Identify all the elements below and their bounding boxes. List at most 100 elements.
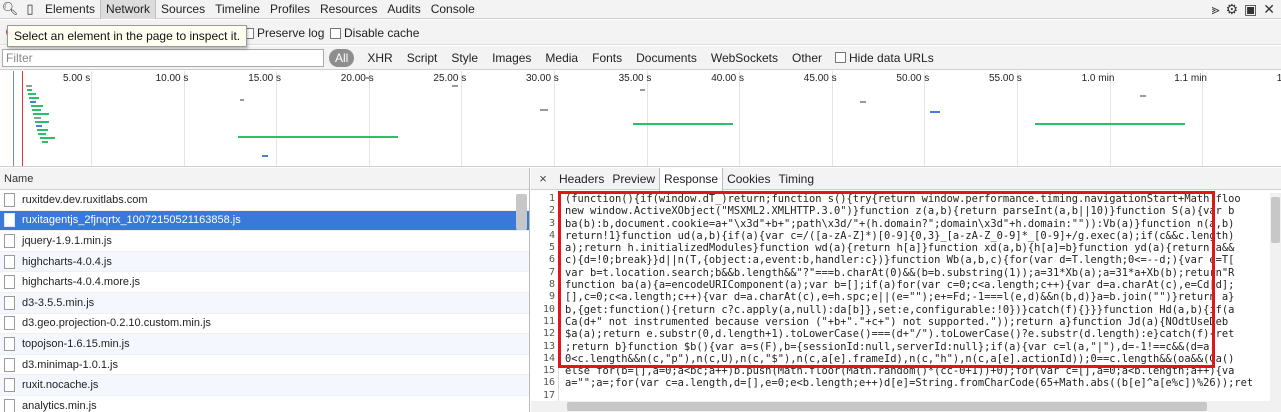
- response-horizontal-scrollbar[interactable]: [531, 401, 1270, 412]
- request-row[interactable]: d3.geo.projection-0.2.10.custom.min.js: [0, 314, 529, 335]
- timeline-request-bar: [262, 155, 268, 157]
- close-icon[interactable]: ✕: [1263, 1, 1275, 18]
- line-number: 3: [548, 217, 555, 229]
- line-number: 16: [542, 377, 555, 389]
- mobile-device-icon: ▯: [26, 1, 34, 16]
- code-lines[interactable]: (function(){if(window.dT_)return;functio…: [565, 193, 1267, 402]
- type-filter-xhr[interactable]: XHR: [360, 51, 399, 65]
- tab-headers[interactable]: Headers: [555, 168, 608, 190]
- filter-input[interactable]: [2, 48, 324, 67]
- timeline-tick: [739, 71, 741, 166]
- tab-console[interactable]: Console: [426, 0, 480, 19]
- code-line: ;return b}function $b(){var a=s(F),b={se…: [565, 340, 1216, 353]
- preserve-log-option[interactable]: Preserve log: [243, 26, 324, 40]
- file-icon: [4, 357, 15, 372]
- request-row-selected[interactable]: ruxitagentjs_2fjnqrtx_10072150521163858.…: [0, 210, 529, 232]
- timeline-tick-label: 25.00 s: [433, 73, 467, 84]
- hide-data-urls-option[interactable]: Hide data URLs: [835, 51, 934, 65]
- request-row[interactable]: ruxitdev.dev.ruxitlabs.com: [0, 190, 529, 211]
- gear-icon[interactable]: ⚙: [1225, 1, 1238, 18]
- horizontal-scroll-thumb[interactable]: [567, 402, 1207, 411]
- file-icon: [4, 233, 15, 248]
- type-filter-images[interactable]: Images: [485, 51, 538, 65]
- console-drawer-icon[interactable]: ⪢: [1212, 1, 1220, 18]
- request-row[interactable]: topojson-1.6.15.min.js: [0, 334, 529, 355]
- request-name: d3.minimap-1.0.1.js: [22, 358, 118, 371]
- tab-sources[interactable]: Sources: [156, 0, 210, 19]
- timeline-request-bar: [28, 93, 36, 95]
- timeline-request-bar: [240, 99, 244, 101]
- disable-cache-label: Disable cache: [344, 26, 420, 40]
- tab-elements[interactable]: Elements: [40, 0, 100, 19]
- request-row[interactable]: ruxit.nocache.js: [0, 375, 529, 396]
- timeline-tick: [646, 71, 648, 166]
- type-filter-other[interactable]: Other: [785, 51, 829, 65]
- timeline-overview[interactable]: 5.00 s 10.00 s 15.00 s 20.00 s 25.00 s 30.00 …: [0, 71, 1281, 167]
- name-column-header[interactable]: Name: [0, 168, 529, 190]
- device-mode-button[interactable]: ▯: [20, 0, 40, 19]
- timeline-request-bar: [238, 136, 398, 138]
- timeline-tick-label: 45.00 s: [803, 73, 837, 84]
- tab-network[interactable]: Network: [100, 0, 157, 19]
- tab-timing[interactable]: Timing: [774, 168, 818, 190]
- code-line: c){d=!0;break}}d||n(T,{object:a,event:b,…: [565, 254, 1235, 267]
- filter-bar: All XHR Script Style Images Media Fonts …: [0, 46, 1281, 70]
- tab-audits[interactable]: Audits: [382, 0, 425, 19]
- timeline-request-bar: [1035, 123, 1185, 125]
- inspect-tooltip: Select an element in the page to inspect…: [7, 25, 248, 47]
- response-source-view[interactable]: 1 2 3 4 5 6 7 8 9 10 11 12 13 14 15 16 17 (function(){if…: [531, 191, 1281, 412]
- tab-response[interactable]: Response: [659, 168, 724, 191]
- request-name: d3-3.5.5.min.js: [22, 296, 95, 309]
- line-number: 8: [548, 279, 555, 291]
- vertical-scroll-thumb[interactable]: [1271, 197, 1280, 243]
- request-row[interactable]: highcharts-4.0.4.more.js: [0, 272, 529, 293]
- request-list-scrollbar[interactable]: [516, 194, 527, 230]
- type-filter-all[interactable]: All: [329, 48, 355, 67]
- timeline-tick-label: 35.00 s: [618, 73, 652, 84]
- toolbar-right-actions: ⪢ ⚙ ▣ ✕: [1212, 0, 1281, 19]
- dock-side-icon[interactable]: ▣: [1244, 1, 1257, 18]
- tab-preview[interactable]: Preview: [608, 168, 659, 190]
- timeline-request-bar: [640, 89, 645, 91]
- timeline-tick-label: 1.1 min: [1174, 73, 1207, 84]
- timeline-tick: [461, 71, 463, 166]
- timeline-tick: [1109, 71, 1111, 166]
- tab-cookies[interactable]: Cookies: [723, 168, 774, 190]
- hide-data-urls-label: Hide data URLs: [849, 50, 934, 65]
- request-name: highcharts-4.0.4.js: [22, 255, 112, 268]
- disable-cache-option[interactable]: Disable cache: [330, 26, 419, 40]
- timeline-request-bar: [930, 111, 940, 113]
- file-icon: [4, 378, 15, 393]
- file-icon: [4, 398, 15, 412]
- request-row[interactable]: d3.minimap-1.0.1.js: [0, 355, 529, 376]
- request-name: jquery-1.9.1.min.js: [22, 234, 112, 247]
- timeline-tick-label: 1.2: [1277, 73, 1281, 84]
- request-list: Name ruxitdev.dev.ruxitlabs.com ruxitage…: [0, 168, 530, 412]
- timeline-request-bar: [30, 101, 36, 103]
- type-filter-fonts[interactable]: Fonts: [585, 51, 629, 65]
- tab-timeline[interactable]: Timeline: [210, 0, 265, 19]
- request-row[interactable]: d3-3.5.5.min.js: [0, 292, 529, 314]
- tab-resources[interactable]: Resources: [315, 0, 382, 19]
- request-row[interactable]: highcharts-4.0.4.js: [0, 251, 529, 273]
- tab-profiles[interactable]: Profiles: [265, 0, 315, 19]
- timeline-tick: [1202, 71, 1204, 166]
- request-row[interactable]: analytics.min.js: [0, 396, 529, 412]
- type-filter-script[interactable]: Script: [400, 51, 445, 65]
- timeline-tick-label: 15.00 s: [248, 73, 281, 84]
- response-vertical-scrollbar[interactable]: [1270, 193, 1281, 412]
- type-filter-style[interactable]: Style: [444, 51, 485, 65]
- request-name: highcharts-4.0.4.more.js: [22, 276, 140, 289]
- timeline-tick-label: 55.00 s: [989, 73, 1022, 84]
- code-line: function ba(a){a=encodeURIComponent(a);v…: [565, 279, 1235, 292]
- hide-data-urls-checkbox[interactable]: [835, 52, 846, 63]
- inspect-element-button[interactable]: 🔍︎: [0, 0, 20, 19]
- type-filter-media[interactable]: Media: [538, 51, 585, 65]
- type-filter-documents[interactable]: Documents: [629, 51, 704, 65]
- close-detail-icon[interactable]: ×: [531, 171, 555, 186]
- disable-cache-checkbox[interactable]: [330, 27, 341, 39]
- timeline-request-bar: [633, 123, 733, 125]
- code-line: [],c=0;c<a.length;c++){var d=a.charAt(c)…: [565, 291, 1235, 304]
- type-filter-websockets[interactable]: WebSockets: [704, 51, 785, 65]
- request-row[interactable]: jquery-1.9.1.min.js: [0, 231, 529, 252]
